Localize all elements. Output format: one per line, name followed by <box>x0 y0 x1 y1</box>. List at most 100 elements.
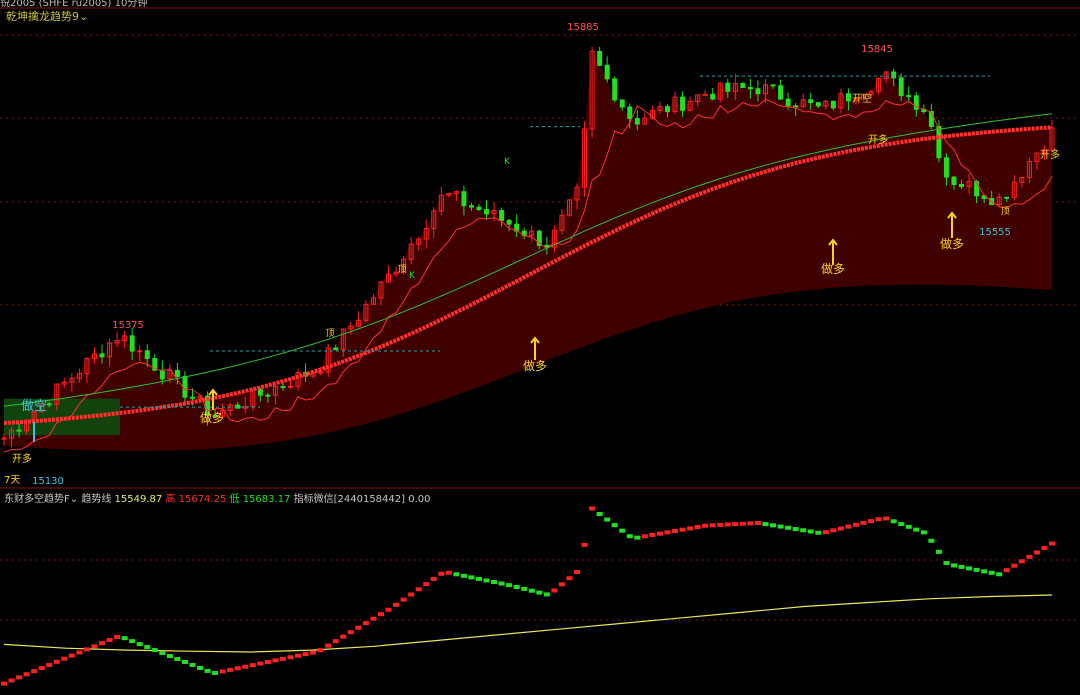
candle-body <box>129 335 135 352</box>
candle-body <box>144 350 150 359</box>
sub-step-mark <box>287 655 294 660</box>
sub-step-mark <box>332 639 339 644</box>
sub-step-mark <box>114 634 121 639</box>
candle-body <box>891 71 897 79</box>
sub-step-mark <box>860 520 867 525</box>
candle-body <box>943 157 949 178</box>
signal-label: 开多 <box>12 452 32 465</box>
candle-body <box>898 77 904 97</box>
sub-step-mark <box>1033 550 1040 555</box>
sub-step-mark <box>619 528 626 533</box>
chart-canvas[interactable]: 1588515845153751513015555做空开多做多做多做多做多开空开… <box>0 0 1080 695</box>
candle-body <box>182 375 188 398</box>
sub-step-mark <box>641 534 648 539</box>
sub-step-mark <box>890 519 897 524</box>
sub-step-mark <box>445 570 452 575</box>
sub-step-mark <box>498 581 505 586</box>
sub-step-mark <box>430 576 437 581</box>
sub-step-mark <box>317 648 324 653</box>
sub-step-mark <box>249 663 256 668</box>
signal-label: 顶 <box>397 264 406 275</box>
sub-step-mark <box>770 523 777 528</box>
candle-body <box>755 88 761 95</box>
sub-step-mark <box>136 642 143 647</box>
candle-body <box>740 83 746 89</box>
candle-body <box>597 50 603 66</box>
sub-step-mark <box>23 672 30 677</box>
sub-step-mark <box>973 567 980 572</box>
sub-step-mark <box>739 521 746 526</box>
sub-step-mark <box>807 529 814 534</box>
price-label: 15555 <box>979 227 1011 238</box>
sub-step-mark <box>400 597 407 602</box>
sub-step-mark <box>702 523 709 528</box>
sub-step-mark <box>528 588 535 593</box>
candle-body <box>710 93 716 100</box>
signal-label: 开空 <box>852 92 872 105</box>
sub-step-mark <box>1041 545 1048 550</box>
sub-step-mark <box>822 530 829 535</box>
sub-step-mark <box>762 522 769 527</box>
sub-step-mark <box>611 523 618 528</box>
sub-step-mark <box>656 531 663 536</box>
candle-body <box>770 84 776 87</box>
sub-step-mark <box>988 570 995 575</box>
sub-step-mark <box>664 530 671 535</box>
sub-panel-layer <box>1 506 1055 686</box>
sub-step-mark <box>257 661 264 666</box>
sub-step-mark <box>340 634 347 639</box>
sub-step-mark <box>958 564 965 569</box>
sub-step-mark <box>355 625 362 630</box>
sub-step-mark <box>1049 541 1055 546</box>
sub-step-mark <box>151 648 158 653</box>
sub-step-mark <box>144 645 151 650</box>
sub-step-mark <box>204 668 211 673</box>
sub-step-mark <box>626 534 633 539</box>
candle-body <box>257 388 263 396</box>
candle-body <box>1 437 7 440</box>
sub-step-mark <box>234 666 241 671</box>
sub-step-mark <box>558 582 565 587</box>
sub-step-mark <box>981 569 988 574</box>
candle-body <box>265 394 271 397</box>
sub-step-mark <box>883 516 890 521</box>
candle-body <box>280 386 286 389</box>
sub-step-mark <box>1 681 7 686</box>
sub-step-mark <box>423 582 430 587</box>
candle-body <box>174 369 180 377</box>
signal-label: 顶 <box>1000 206 1009 217</box>
sub-step-mark <box>875 517 882 522</box>
sub-step-mark <box>732 522 739 527</box>
sub-step-mark <box>905 524 912 529</box>
candle-body <box>619 99 625 108</box>
candle-body <box>476 206 482 211</box>
sub-step-mark <box>460 573 467 578</box>
candle-body <box>627 106 633 120</box>
sub-step-mark <box>1026 554 1033 559</box>
sub-step-mark <box>61 656 68 661</box>
price-label: 15375 <box>112 320 144 331</box>
sub-step-mark <box>453 572 460 577</box>
sub-step-mark <box>687 526 694 531</box>
sub-step-mark <box>551 588 558 593</box>
candle-body <box>499 209 505 221</box>
sub-step-mark <box>347 630 354 635</box>
sub-step-mark <box>212 670 219 675</box>
sub-step-mark <box>634 535 641 540</box>
sub-step-mark <box>393 602 400 607</box>
candle-body <box>951 176 957 186</box>
sub-step-mark <box>679 527 686 532</box>
candle-body <box>830 100 836 109</box>
sub-step-mark <box>747 521 754 526</box>
sub-step-mark <box>830 528 837 533</box>
candle-body <box>1004 196 1010 199</box>
sub-step-mark <box>935 549 942 554</box>
candle-body <box>159 369 165 380</box>
candle-body <box>959 184 965 188</box>
period-label: 7天 <box>4 475 20 486</box>
signal-label: 做空 <box>21 399 47 414</box>
sub-step-mark <box>295 653 302 658</box>
sub-step-mark <box>166 654 173 659</box>
sub-trend-line <box>3 594 1053 653</box>
candle-body <box>16 429 22 432</box>
